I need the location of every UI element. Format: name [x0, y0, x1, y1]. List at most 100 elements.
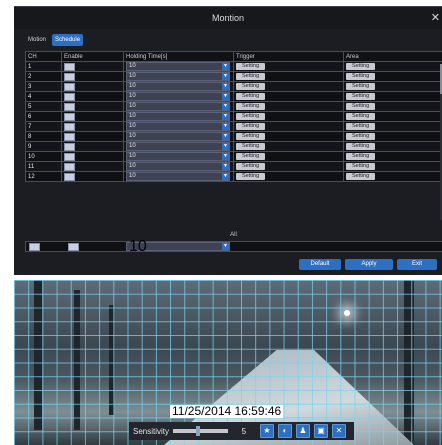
chevron-down-icon: ▼ — [222, 143, 229, 150]
row-holding-time: 10 ▼ — [123, 171, 234, 182]
enable-checkbox[interactable] — [64, 112, 75, 121]
area-setting-button[interactable]: Setting — [346, 123, 376, 130]
area-setting-button[interactable]: Setting — [346, 103, 376, 110]
dialog-title: Montion — [211, 13, 245, 23]
column-holding-time: Holding Time[s] — [123, 51, 234, 62]
chevron-down-icon: ▼ — [222, 83, 229, 90]
holding-time-value: 10 — [129, 143, 136, 149]
chevron-down-icon: ▼ — [222, 163, 229, 170]
holding-time-select[interactable]: 10 ▼ — [126, 72, 230, 81]
clear-icon[interactable]: ◐ — [278, 424, 293, 438]
trigger-setting-button[interactable]: Setting — [236, 113, 266, 120]
trigger-setting-button[interactable]: Setting — [236, 123, 266, 130]
all-label: All — [230, 232, 237, 238]
motion-settings-dialog: Montion ✕ Motion Schedule CH Enable Hold… — [14, 6, 442, 275]
area-setting-button[interactable]: Setting — [346, 93, 376, 100]
trigger-setting-button[interactable]: Setting — [236, 153, 266, 160]
area-setting-button[interactable]: Setting — [346, 133, 376, 140]
row-ch: 8 — [25, 131, 62, 142]
enable-checkbox[interactable] — [64, 122, 75, 131]
trigger-setting-button[interactable]: Setting — [236, 133, 266, 140]
holding-time-select[interactable]: 10 ▼ — [126, 162, 230, 171]
sensitivity-slider[interactable] — [173, 426, 229, 436]
close-icon[interactable]: ✕ — [431, 7, 440, 29]
enable-checkbox[interactable] — [64, 142, 75, 151]
enable-checkbox[interactable] — [64, 102, 75, 111]
enable-checkbox[interactable] — [64, 172, 75, 181]
enable-checkbox[interactable] — [64, 152, 75, 161]
row-area: Setting — [343, 171, 442, 182]
holding-time-select[interactable]: 10 ▼ — [126, 112, 230, 121]
area-setting-button[interactable]: Setting — [346, 113, 376, 120]
all-enable-checkbox[interactable] — [68, 243, 79, 251]
enable-checkbox[interactable] — [64, 92, 75, 101]
holding-time-select[interactable]: 10 ▼ — [126, 92, 230, 101]
enable-checkbox[interactable] — [64, 72, 75, 81]
tab-motion[interactable]: Motion — [25, 34, 49, 46]
enable-checkbox[interactable] — [64, 62, 75, 71]
area-setting-button[interactable]: Setting — [346, 163, 376, 170]
all-holding-time-select[interactable]: 10 ▼ — [126, 239, 230, 255]
area-setting-button[interactable]: Setting — [346, 153, 376, 160]
holding-time-value: 10 — [129, 103, 136, 109]
row-trigger: Setting — [233, 121, 344, 132]
area-setting-button[interactable]: Setting — [346, 63, 376, 70]
holding-time-select[interactable]: 10 ▼ — [126, 62, 230, 71]
enable-checkbox[interactable] — [64, 162, 75, 171]
trigger-setting-button[interactable]: Setting — [236, 93, 266, 100]
enable-checkbox[interactable] — [64, 132, 75, 141]
camera-live-view[interactable]: 11/25/2014 16:59:46 Sensitivity 5 ★ ◐ ♟ … — [14, 280, 442, 445]
holding-time-select[interactable]: 10 ▼ — [126, 102, 230, 111]
trigger-setting-button[interactable]: Setting — [236, 73, 266, 80]
row-area: Setting — [343, 101, 442, 112]
chevron-down-icon: ▼ — [222, 173, 229, 180]
row-area: Setting — [343, 111, 442, 122]
all-row: 10 ▼ — [25, 239, 442, 255]
row-trigger: Setting — [233, 151, 344, 162]
default-button[interactable]: Default — [299, 259, 341, 270]
holding-time-value: 10 — [129, 73, 136, 79]
row-area: Setting — [343, 121, 442, 132]
trigger-setting-button[interactable]: Setting — [236, 103, 266, 110]
save-icon[interactable]: ▣ — [314, 424, 329, 438]
exit-button[interactable]: Exit — [397, 259, 437, 270]
area-setting-button[interactable]: Setting — [346, 83, 376, 90]
holding-time-select[interactable]: 10 ▼ — [126, 152, 230, 161]
all-select-checkbox[interactable] — [29, 243, 40, 251]
trigger-setting-button[interactable]: Setting — [236, 163, 266, 170]
row-area: Setting — [343, 71, 442, 82]
row-holding-time: 10 ▼ — [123, 91, 234, 102]
trigger-setting-button[interactable]: Setting — [236, 63, 266, 70]
select-all-icon[interactable]: ★ — [260, 424, 275, 438]
table-row: 5 10 ▼ Setting Setting — [25, 101, 442, 112]
holding-time-select[interactable]: 10 ▼ — [126, 132, 230, 141]
area-setting-button[interactable]: Setting — [346, 143, 376, 150]
apply-button[interactable]: Apply — [345, 259, 393, 270]
table-row: 12 10 ▼ Setting Setting — [25, 171, 442, 182]
motion-area-grid[interactable] — [14, 280, 442, 445]
close-icon[interactable]: ✕ — [332, 424, 347, 438]
holding-time-select[interactable]: 10 ▼ — [126, 82, 230, 91]
holding-time-value: 10 — [129, 93, 136, 99]
row-area: Setting — [343, 141, 442, 152]
trigger-setting-button[interactable]: Setting — [236, 83, 266, 90]
area-setting-button[interactable]: Setting — [346, 173, 376, 180]
trigger-setting-button[interactable]: Setting — [236, 143, 266, 150]
column-enable: Enable — [61, 51, 124, 62]
holding-time-value: 10 — [129, 173, 136, 179]
tab-schedule[interactable]: Schedule — [52, 34, 84, 46]
holding-time-select[interactable]: 10 ▼ — [126, 122, 230, 131]
table-row: 6 10 ▼ Setting Setting — [25, 111, 442, 122]
enable-checkbox[interactable] — [64, 82, 75, 91]
row-holding-time: 10 ▼ — [123, 101, 234, 112]
person-icon[interactable]: ♟ — [296, 424, 311, 438]
row-enable — [61, 61, 124, 72]
row-enable — [61, 141, 124, 152]
tab-bar: Motion Schedule — [25, 34, 84, 46]
trigger-setting-button[interactable]: Setting — [236, 173, 266, 180]
holding-time-select[interactable]: 10 ▼ — [126, 142, 230, 151]
sensitivity-slider-handle[interactable] — [195, 426, 200, 436]
holding-time-select[interactable]: 10 ▼ — [126, 172, 230, 181]
area-setting-button[interactable]: Setting — [346, 73, 376, 80]
holding-time-value: 10 — [129, 133, 136, 139]
